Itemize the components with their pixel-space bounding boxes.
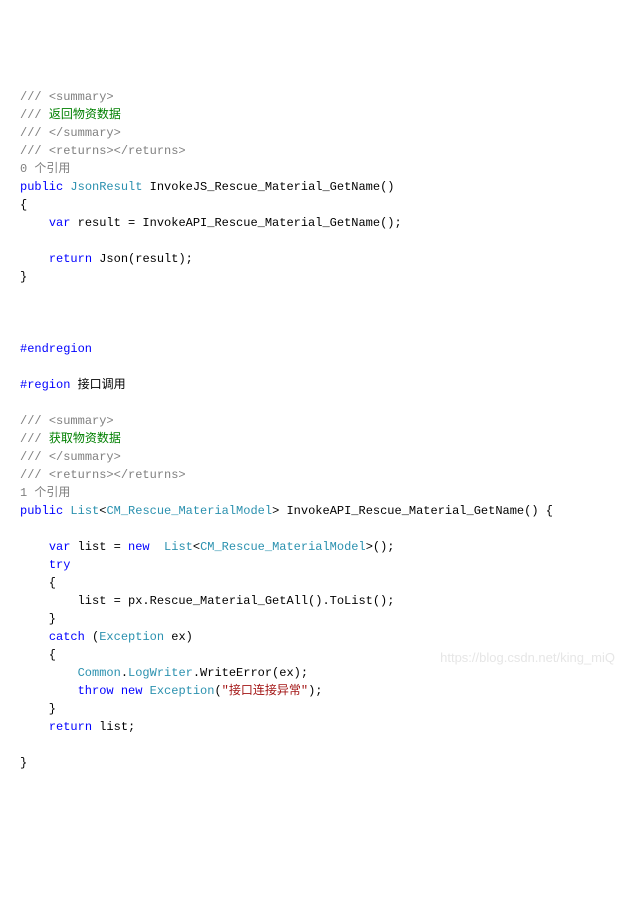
indent — [20, 216, 49, 230]
keyword-new: new — [128, 540, 150, 554]
brace-close: } — [20, 270, 27, 284]
paren-open: ( — [214, 684, 221, 698]
type-list: List — [164, 540, 193, 554]
xml-doc-slash: /// — [20, 126, 49, 140]
angle-open: < — [193, 540, 200, 554]
code-text: ); — [308, 684, 322, 698]
type-exception: Exception — [150, 684, 215, 698]
paren-open: ( — [85, 630, 99, 644]
xml-doc-text: 获取物资数据 — [49, 432, 121, 446]
brace-open: { — [20, 648, 56, 662]
xml-doc-slash: /// — [20, 144, 49, 158]
code-text: .WriteError(ex); — [193, 666, 308, 680]
keyword-return: return — [49, 252, 92, 266]
xml-doc-text: 返回物资数据 — [49, 108, 121, 122]
indent — [20, 720, 49, 734]
code-text: ex) — [164, 630, 193, 644]
codelens-refs: 0 个引用 — [20, 162, 70, 176]
xml-doc-slash: /// — [20, 468, 49, 482]
xml-doc-slash: /// — [20, 432, 49, 446]
type-model: CM_Rescue_MaterialModel — [106, 504, 272, 518]
xml-doc-tag: <summary> — [49, 414, 114, 428]
space — [150, 540, 164, 554]
type-exception: Exception — [99, 630, 164, 644]
xml-doc-tag: <summary> — [49, 90, 114, 104]
string-literal: "接口连接异常" — [222, 684, 308, 698]
brace-open: { — [20, 198, 27, 212]
keyword-var: var — [49, 216, 71, 230]
code-text: list = — [70, 540, 128, 554]
region-label: 接口调用 — [70, 378, 125, 392]
indent — [20, 540, 49, 554]
space — [142, 684, 149, 698]
keyword-throw: throw — [78, 684, 114, 698]
method-name: InvokeJS_Rescue_Material_GetName() — [142, 180, 394, 194]
brace-open: { — [20, 576, 56, 590]
dot: . — [121, 666, 128, 680]
type-logwriter: LogWriter — [128, 666, 193, 680]
brace-close: } — [20, 756, 27, 770]
indent — [20, 666, 78, 680]
type-common: Common — [78, 666, 121, 680]
indent — [20, 630, 49, 644]
method-name: > InvokeAPI_Rescue_Material_GetName() { — [272, 504, 553, 518]
code-text: list = px.Rescue_Material_GetAll().ToLis… — [20, 594, 394, 608]
code-text: result = InvokeAPI_Rescue_Material_GetNa… — [70, 216, 401, 230]
xml-doc-tag: </summary> — [49, 450, 121, 464]
preproc-region: #region — [20, 378, 70, 392]
keyword-public: public — [20, 504, 63, 518]
indent — [20, 684, 78, 698]
xml-doc-tag: <returns></returns> — [49, 144, 186, 158]
xml-doc-slash: /// — [20, 90, 49, 104]
xml-doc-tag: <returns></returns> — [49, 468, 186, 482]
code-text: Json(result); — [92, 252, 193, 266]
type-jsonresult: JsonResult — [70, 180, 142, 194]
brace-close: } — [20, 612, 56, 626]
code-text: list; — [92, 720, 135, 734]
indent — [20, 252, 49, 266]
preproc-endregion: #endregion — [20, 342, 92, 356]
code-block: /// <summary> /// 返回物资数据 /// </summary> … — [20, 88, 613, 772]
brace-close: } — [20, 702, 56, 716]
indent — [20, 558, 49, 572]
keyword-public: public — [20, 180, 63, 194]
xml-doc-slash: /// — [20, 414, 49, 428]
code-text: >(); — [366, 540, 395, 554]
type-model: CM_Rescue_MaterialModel — [200, 540, 366, 554]
keyword-return: return — [49, 720, 92, 734]
keyword-catch: catch — [49, 630, 85, 644]
type-list: List — [70, 504, 99, 518]
xml-doc-slash: /// — [20, 450, 49, 464]
codelens-refs: 1 个引用 — [20, 486, 70, 500]
space — [114, 684, 121, 698]
xml-doc-tag: </summary> — [49, 126, 121, 140]
keyword-var: var — [49, 540, 71, 554]
keyword-try: try — [49, 558, 71, 572]
xml-doc-slash: /// — [20, 108, 49, 122]
keyword-new: new — [121, 684, 143, 698]
